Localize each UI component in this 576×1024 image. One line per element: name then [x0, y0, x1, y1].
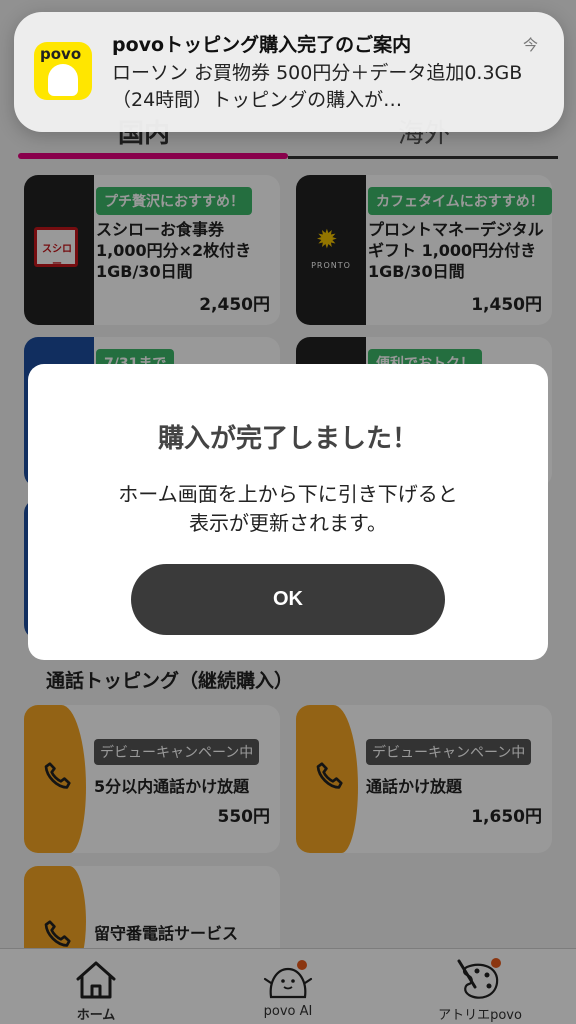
povo-app-icon: povo: [34, 42, 92, 100]
dialog-message-line-1: ホーム画面を上から下に引き下げると: [118, 482, 458, 506]
dialog-message-line-2: 表示が更新されます。: [189, 511, 387, 535]
notification-time: 今: [522, 36, 538, 54]
dialog-title: 購入が完了しました！: [157, 424, 418, 454]
notification-title: povoトッピング購入完了のご案内: [112, 34, 412, 56]
notification-body: ローソン お買物券 500円分＋データ追加0.3GB（24時間）トッピングの購入…: [112, 62, 523, 111]
notification-banner[interactable]: povo povoトッピング購入完了のご案内 今 ローソン お買物券 500円分…: [14, 12, 564, 132]
dialog-message: ホーム画面を上から下に引き下げると 表示が更新されます。: [28, 480, 548, 538]
ok-button[interactable]: OK: [131, 564, 445, 635]
purchase-complete-dialog: 購入が完了しました！ ホーム画面を上から下に引き下げると 表示が更新されます。 …: [28, 364, 548, 660]
